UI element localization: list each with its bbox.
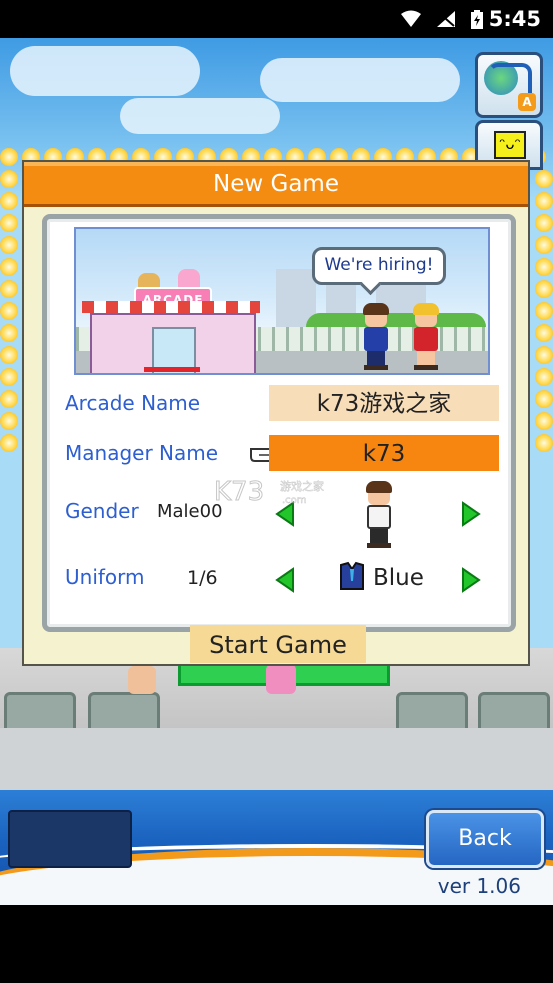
staff-sprite xyxy=(410,303,440,370)
svg-text:游戏之家: 游戏之家 xyxy=(280,479,324,493)
light-bulb xyxy=(0,148,18,166)
back-button[interactable]: Back xyxy=(426,810,544,868)
cloud xyxy=(120,98,280,134)
light-bulb xyxy=(0,302,18,320)
dialog-title: New Game xyxy=(24,162,528,207)
arcade-building: ARCADE xyxy=(82,269,260,373)
light-bulb xyxy=(0,412,18,430)
uniform-prev-arrow-icon[interactable] xyxy=(275,567,295,593)
cloud xyxy=(10,46,200,96)
speech-bubble: We're hiring! xyxy=(312,247,446,285)
uniform-index: 1/6 xyxy=(187,567,218,589)
light-bulb xyxy=(535,170,553,188)
gender-next-arrow-icon[interactable] xyxy=(461,501,481,527)
light-bulb xyxy=(535,390,553,408)
awning xyxy=(82,301,260,313)
cloud-sync-button[interactable]: A xyxy=(475,52,543,118)
battery-icon xyxy=(470,10,484,29)
light-bulb xyxy=(0,258,18,276)
version-label: ver 1.06 xyxy=(437,874,521,898)
uniform-shirt-icon xyxy=(337,561,367,591)
light-bulb xyxy=(535,302,553,320)
uniform-value: Blue xyxy=(373,565,424,591)
smiley-icon: ᵔᴗᵔ xyxy=(494,131,526,159)
bottom-bar: Back ver 1.06 xyxy=(0,790,553,905)
uniform-label: Uniform xyxy=(65,565,145,589)
light-bulb xyxy=(0,192,18,210)
arcade-name-input[interactable]: k73游戏之家 xyxy=(269,385,499,421)
sidewalk xyxy=(0,728,553,790)
light-bulb xyxy=(0,214,18,232)
manager-sprite xyxy=(360,303,390,370)
light-bulb xyxy=(535,236,553,254)
light-bulb xyxy=(535,368,553,386)
wifi-icon xyxy=(400,10,421,28)
light-bulb xyxy=(535,192,553,210)
gender-value: Male00 xyxy=(157,501,223,522)
light-bulb xyxy=(535,214,553,232)
manager-name-label: Manager Name xyxy=(65,441,219,465)
gender-label: Gender xyxy=(65,499,139,523)
gender-preview-sprite xyxy=(361,481,397,548)
light-bulb xyxy=(0,170,18,188)
watermark-logo: K73 游戏之家 .com xyxy=(214,474,344,508)
a-badge-icon: A xyxy=(518,93,536,111)
red-carpet xyxy=(144,367,200,372)
settings-panel: ARCADE We're hiring! Arcade Name k73游戏之家 xyxy=(42,214,516,632)
customer-sprite xyxy=(128,666,156,694)
uniform-next-arrow-icon[interactable] xyxy=(461,567,481,593)
manager-name-input[interactable]: k73 xyxy=(269,435,499,471)
new-game-dialog: New Game ARCADE We're hiring! Arcade Nam… xyxy=(22,160,530,666)
light-bulb xyxy=(535,324,553,342)
light-bulb xyxy=(535,346,553,364)
light-bulb xyxy=(535,280,553,298)
light-bulb xyxy=(535,258,553,276)
start-game-button[interactable]: Start Game xyxy=(190,625,366,663)
empty-info-slot xyxy=(8,810,132,868)
customer-sprite xyxy=(266,664,296,694)
light-bulb xyxy=(0,368,18,386)
light-bulb xyxy=(0,434,18,452)
system-nav-area xyxy=(0,905,553,983)
status-bar: 5:45 xyxy=(0,0,553,38)
arcade-illustration: ARCADE We're hiring! xyxy=(74,227,490,375)
light-bulb xyxy=(535,412,553,430)
light-bulb xyxy=(535,434,553,452)
svg-text:.com: .com xyxy=(282,495,307,506)
cloud xyxy=(260,58,460,102)
light-bulb xyxy=(0,324,18,342)
light-bulb xyxy=(0,280,18,298)
signal-icon xyxy=(436,10,456,28)
light-bulb xyxy=(0,390,18,408)
clock: 5:45 xyxy=(488,7,541,31)
svg-text:K73: K73 xyxy=(214,477,264,507)
arcade-name-label: Arcade Name xyxy=(65,391,201,415)
light-bulb xyxy=(0,346,18,364)
light-bulb xyxy=(0,236,18,254)
